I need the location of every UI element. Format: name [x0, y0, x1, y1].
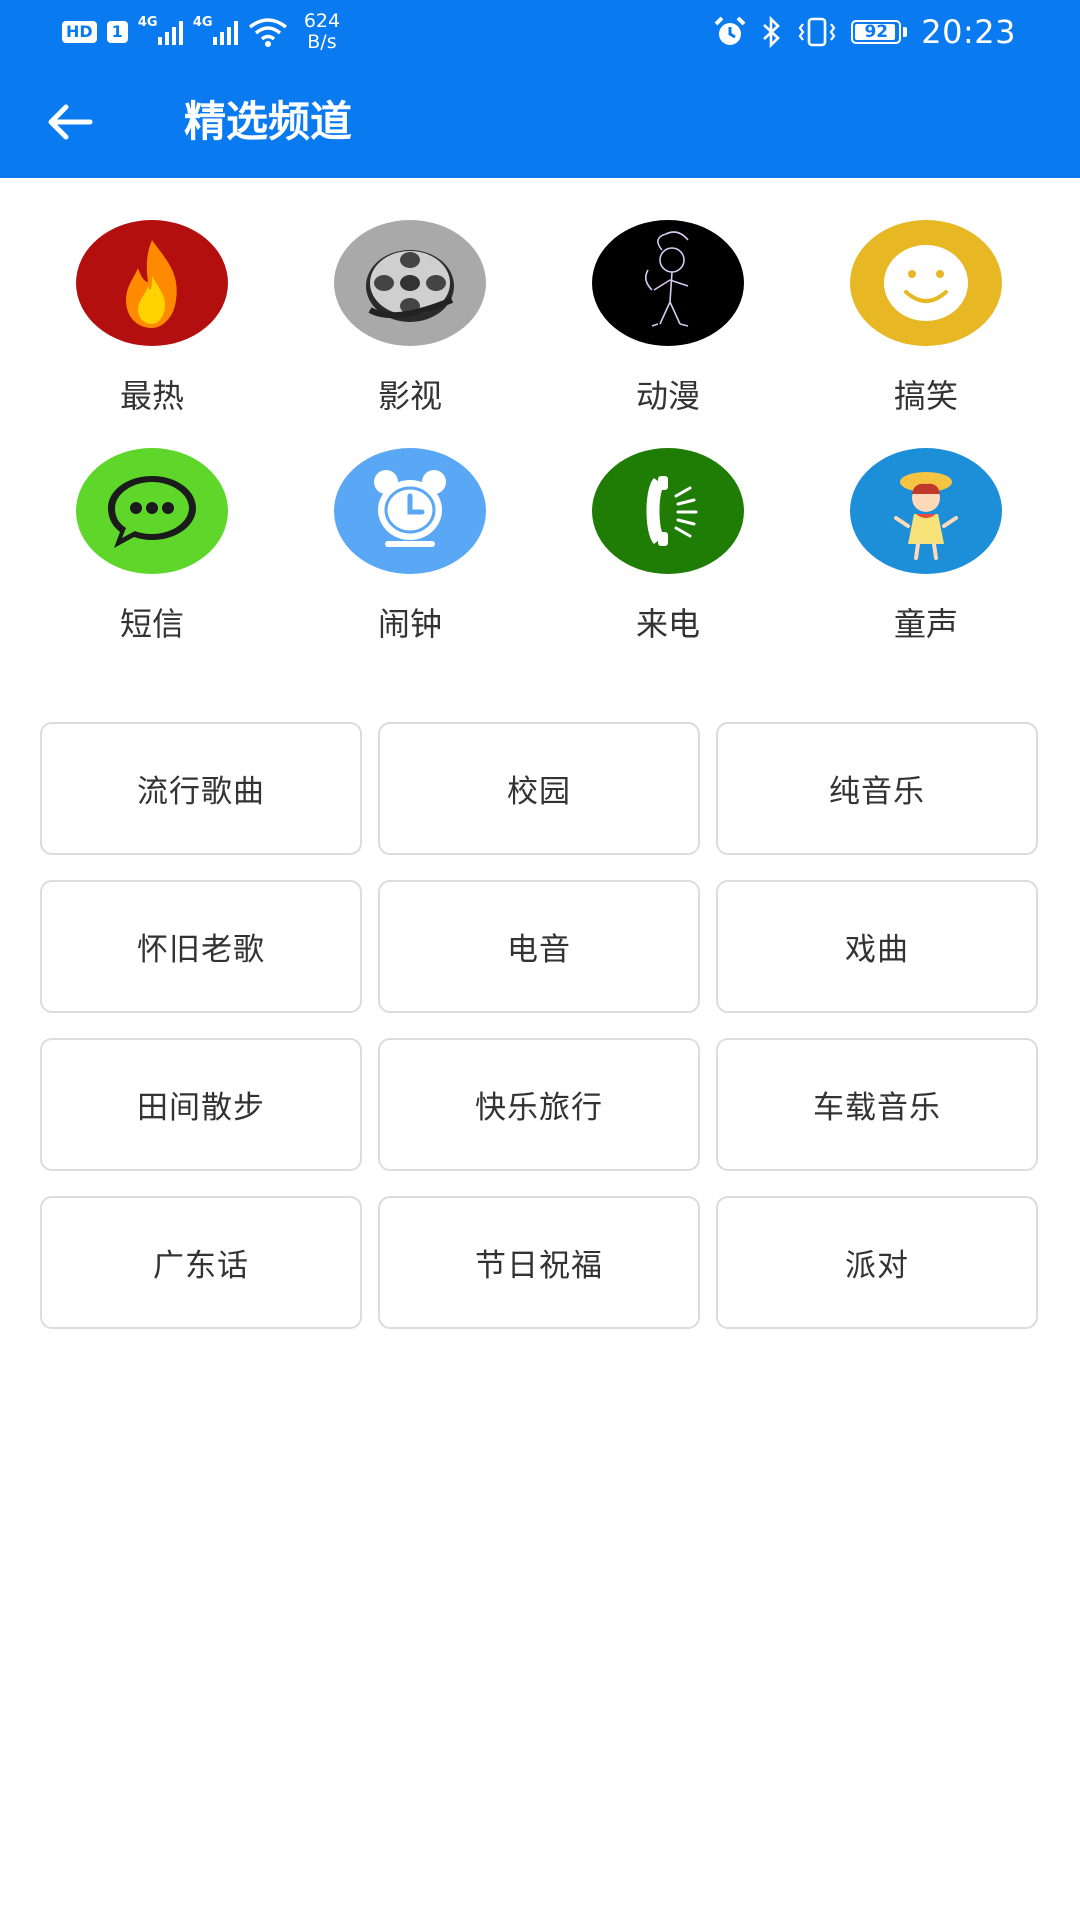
- category-button[interactable]: 流行歌曲: [40, 722, 362, 855]
- anime-sketch-icon: [592, 220, 744, 346]
- category-button[interactable]: 怀旧老歌: [40, 880, 362, 1013]
- clock: 20:23: [921, 13, 1016, 51]
- phone-ringing-icon: [592, 448, 744, 574]
- chat-bubble-icon: [76, 448, 228, 574]
- channel-label: 动漫: [635, 377, 700, 415]
- page-title: 精选频道: [184, 97, 353, 146]
- network-type-2: 4G: [192, 15, 213, 30]
- channel-label: 来电: [635, 605, 700, 643]
- vibrate-icon: [798, 17, 836, 47]
- app-bar: 精选频道: [0, 62, 1080, 178]
- smiley-icon: [850, 220, 1002, 346]
- category-button[interactable]: 广东话: [40, 1196, 362, 1329]
- category-button[interactable]: 快乐旅行: [378, 1038, 700, 1171]
- category-button[interactable]: 节日祝福: [378, 1196, 700, 1329]
- battery-level: 92: [864, 22, 889, 42]
- category-button[interactable]: 电音: [378, 880, 700, 1013]
- signal-2-icon: 4G: [193, 15, 238, 45]
- channel-label: 闹钟: [377, 605, 442, 643]
- channel-alarm[interactable]: 闹钟: [310, 448, 510, 644]
- sim-badge: 1: [106, 21, 128, 43]
- status-bar: HD 1 4G 4G 624 B/s 92 20:23: [0, 0, 1080, 62]
- channel-label: 童声: [893, 605, 958, 643]
- bluetooth-icon: [763, 16, 781, 48]
- channel-label: 搞笑: [893, 377, 958, 415]
- category-button[interactable]: 田间散步: [40, 1038, 362, 1171]
- hd-badge: HD: [62, 21, 97, 43]
- network-speed-unit: B/s: [307, 31, 337, 53]
- category-button[interactable]: 戏曲: [716, 880, 1038, 1013]
- network-speed: 624 B/s: [304, 11, 340, 53]
- channel-film[interactable]: 影视: [310, 220, 510, 416]
- child-girl-icon: [850, 448, 1002, 574]
- channel-call[interactable]: 来电: [568, 448, 768, 644]
- alarm-clock-icon: [334, 448, 486, 574]
- signal-1-icon: 4G: [138, 15, 183, 45]
- wifi-icon: [248, 18, 287, 47]
- top-bar: HD 1 4G 4G 624 B/s 92 20:23 精选频道: [0, 0, 1080, 178]
- category-button[interactable]: 车载音乐: [716, 1038, 1038, 1171]
- alarm-icon: [714, 16, 746, 45]
- network-type-1: 4G: [137, 15, 158, 30]
- network-speed-value: 624: [303, 10, 341, 32]
- channel-anime[interactable]: 动漫: [568, 220, 768, 416]
- category-button[interactable]: 校园: [378, 722, 700, 855]
- channel-label: 影视: [377, 377, 442, 415]
- channel-child[interactable]: 童声: [826, 448, 1026, 644]
- category-button[interactable]: 纯音乐: [716, 722, 1038, 855]
- channel-sms[interactable]: 短信: [52, 448, 252, 644]
- category-button[interactable]: 派对: [716, 1196, 1038, 1329]
- channel-label: 短信: [119, 605, 184, 643]
- fire-icon: [76, 220, 228, 346]
- channel-label: 最热: [119, 377, 184, 415]
- channel-funny[interactable]: 搞笑: [826, 220, 1026, 416]
- film-reel-icon: [334, 220, 486, 346]
- battery-icon: 92: [851, 20, 908, 44]
- back-arrow-icon[interactable]: [40, 92, 100, 152]
- channel-hot[interactable]: 最热: [52, 220, 252, 416]
